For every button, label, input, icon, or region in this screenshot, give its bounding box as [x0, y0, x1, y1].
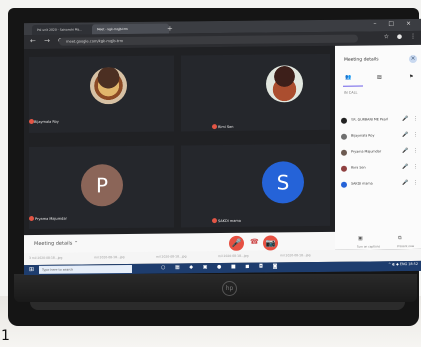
taskbar-search-input[interactable]: Type here to search: [39, 264, 132, 274]
microphone-toggle-button[interactable]: 🎤: [229, 235, 244, 251]
participant-list-item[interactable]: Rimi Sen 🎤 ⋮: [341, 163, 419, 175]
participant-list-name: Y.R. GURBANI ME Pearl: [351, 117, 389, 122]
laptop-screen: Poi unit 2020 - Saisanchi Ma... Meet - k…: [24, 18, 421, 276]
microphone-off-icon: [212, 218, 217, 224]
participant-list-name: Pryama Majumdar: [351, 149, 382, 154]
participant-name: Rimi Sen: [218, 124, 234, 130]
laptop-base: [30, 302, 405, 310]
microphone-icon[interactable]: 🎤: [402, 132, 408, 138]
new-tab-button[interactable]: +: [167, 25, 173, 33]
download-item[interactable]: mil 2020-08-18...jpg: [94, 255, 124, 259]
microphone-icon[interactable]: 🎤: [402, 164, 408, 170]
download-item[interactable]: mil 2020-08-18...jpg: [280, 253, 310, 257]
more-options-icon[interactable]: ⋮: [413, 116, 418, 122]
more-options-icon[interactable]: ⋮: [413, 164, 418, 170]
laptop-photo-scene: 1 hp Poi unit 2020 - Saisanchi Ma... Mee…: [0, 0, 421, 347]
participant-list-name: Bijaymala Roy: [351, 133, 375, 138]
participant-avatar: [341, 181, 347, 188]
more-options-icon[interactable]: ⋮: [413, 132, 418, 138]
participant-list-item[interactable]: Bijaymala Roy 🎤 ⋮: [341, 131, 419, 143]
window-controls[interactable]: – □ ×: [373, 20, 416, 27]
more-options-icon[interactable]: ⋮: [413, 180, 418, 186]
microphone-icon[interactable]: 🎤: [402, 116, 408, 122]
participant-name: Pryama Majumdar: [35, 216, 67, 221]
close-icon[interactable]: ×: [409, 54, 417, 64]
more-options-icon[interactable]: ⋮: [413, 148, 418, 154]
participant-list-item[interactable]: Pryama Majumdar 🎤 ⋮: [341, 147, 419, 159]
participant-list-item[interactable]: Y.R. GURBANI ME Pearl 🎤 ⋮: [341, 115, 419, 127]
participant-list-name: SAKDI mama: [351, 181, 373, 186]
hp-logo: hp: [222, 281, 237, 296]
start-icon[interactable]: ⊞: [29, 266, 34, 273]
captions-button[interactable]: ▣: [358, 236, 363, 242]
laptop-hinge: [14, 274, 417, 302]
microphone-off-icon: [29, 215, 34, 222]
participant-photo-avatar: [266, 65, 303, 103]
captions-label: Turn on captions: [357, 244, 381, 249]
participant-list-name: Rimi Sen: [351, 165, 366, 170]
browser-actions[interactable]: ☆ ● ⋮: [384, 33, 419, 40]
panel-title: Meeting details: [344, 57, 379, 63]
present-now-button[interactable]: ⧉: [398, 235, 402, 241]
participant-avatar: [341, 117, 347, 124]
participant-tile-rimi[interactable]: [181, 53, 330, 132]
meeting-details-panel: Meeting details × 👥 ▤ ⚑ IN CALL Y.R. GUR…: [335, 44, 421, 250]
people-tab-icon[interactable]: 👥: [345, 75, 351, 81]
tab-student-portal[interactable]: Poi unit 2020 - Saisanchi Ma...: [32, 24, 95, 36]
meet-video-grid: P S Bijaymala Roy Rimi Sen Pryama Majumd…: [24, 45, 335, 236]
system-tray[interactable]: ^ ◐ ◆ ENG 18:52: [388, 262, 418, 266]
participant-avatar: [341, 133, 347, 140]
panel-tabs: 👥 ▤ ⚑: [339, 73, 421, 87]
download-item[interactable]: mil 2020-08-18...jpg: [156, 254, 186, 258]
participant-photo-avatar: [90, 67, 127, 105]
photo-edge-mark: 1: [1, 328, 10, 344]
microphone-off-icon: [212, 124, 217, 130]
chat-tab-icon[interactable]: ▤: [377, 74, 382, 80]
participant-letter-avatar: P: [81, 164, 123, 207]
active-tab-indicator: [343, 85, 363, 87]
participant-letter-avatar: S: [262, 161, 304, 204]
end-call-icon[interactable]: ☎: [250, 238, 259, 246]
participant-avatar: [341, 165, 347, 172]
activity-tab-icon[interactable]: ⚑: [409, 74, 413, 80]
participant-avatar: [341, 149, 347, 156]
microphone-icon[interactable]: 🎤: [402, 148, 408, 154]
participant-name: Bijaymala Roy: [34, 119, 59, 124]
participant-list-item[interactable]: SAKDI mama 🎤 ⋮: [341, 179, 419, 191]
present-now-label: Present now: [397, 244, 415, 249]
download-item[interactable]: mil 2020-08-18...jpg: [218, 254, 248, 258]
url-field[interactable]: meet.google.com/kgk-mqjb-trm: [59, 34, 358, 46]
participant-tile-sakdi[interactable]: S: [181, 143, 330, 228]
in-call-label: IN CALL: [344, 90, 358, 95]
taskbar-app-icons[interactable]: ○ ▦ ◆ ▣ ● ■ ◼ ◘ ◙: [161, 263, 281, 270]
download-item[interactable]: 3 mil 2020-08-18...jpg: [29, 256, 62, 260]
meeting-details-button[interactable]: Meeting details ⌃: [34, 241, 78, 247]
participant-name: SAKDI mama: [218, 218, 241, 224]
microphone-icon[interactable]: 🎤: [402, 180, 408, 186]
camera-toggle-button[interactable]: 📷: [263, 235, 278, 251]
